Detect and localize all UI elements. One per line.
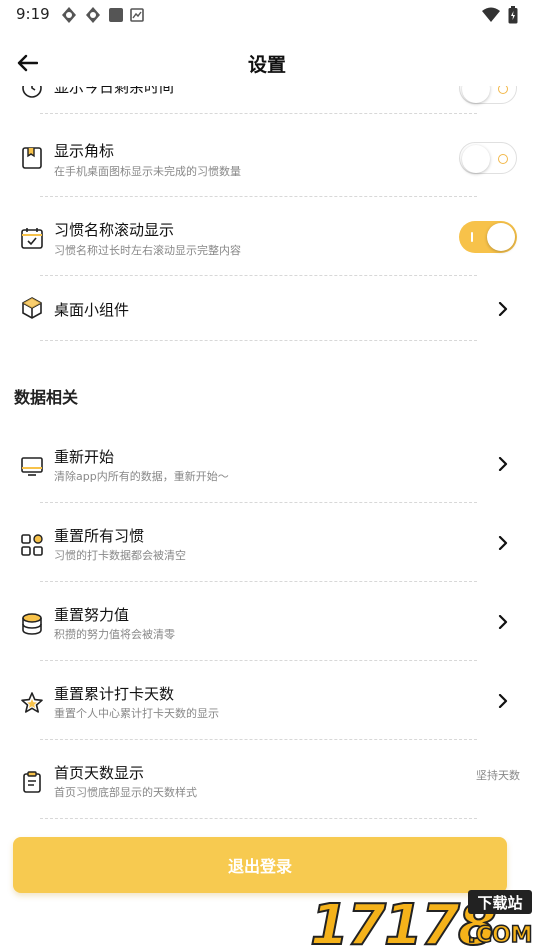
toggle-on-indicator [471, 232, 473, 242]
chevron-right-icon[interactable] [496, 302, 510, 316]
notification-icons [60, 6, 144, 24]
coins-icon [22, 613, 42, 635]
settings-row-title: 重置所有习惯 [54, 527, 145, 545]
toggle-off-indicator [498, 154, 508, 164]
settings-row-desc: 清除app内所有的数据，重新开始～ [54, 470, 229, 483]
settings-row-desktop-widget[interactable]: 桌面小组件 [0, 276, 534, 340]
watermark-site-text: 下载站 [477, 894, 522, 912]
toggle-knob [487, 223, 515, 251]
settings-row-desc: 习惯名称过长时左右滚动显示完整内容 [54, 244, 241, 257]
calendar-check-icon [21, 228, 43, 249]
image-notification-icon [130, 8, 144, 22]
chevron-right-icon[interactable] [496, 694, 510, 708]
divider [40, 739, 477, 740]
settings-row-name-marquee[interactable]: 习惯名称滚动显示 习惯名称过长时左右滚动显示完整内容 [0, 197, 534, 275]
settings-row-home-days-display[interactable]: 首页天数显示 首页习惯底部显示的天数样式 坚持天数 [0, 750, 534, 820]
badge-toggle[interactable] [459, 142, 517, 174]
grid-icon [21, 534, 43, 556]
settings-row-desc: 重置个人中心累计打卡天数的显示 [54, 707, 219, 720]
divider [40, 340, 477, 341]
name-marquee-toggle[interactable] [459, 221, 517, 253]
watermark-domain: .COM [467, 923, 532, 948]
divider [40, 502, 477, 503]
divider [40, 660, 477, 661]
badge-icon [22, 147, 42, 169]
settings-row-show-remaining-time[interactable]: 显示今日剩余时间 [0, 86, 534, 110]
home-days-value: 坚持天数 [476, 769, 520, 782]
settings-row-restart[interactable]: 重新开始 清除app内所有的数据，重新开始～ [0, 434, 534, 504]
settings-row-title: 桌面小组件 [54, 301, 130, 319]
status-time: 9:19 [16, 5, 50, 23]
settings-row-reset-habits[interactable]: 重置所有习惯 习惯的打卡数据都会被清空 [0, 513, 534, 583]
divider [40, 581, 477, 582]
page-title: 设置 [247, 54, 286, 76]
settings-row-title: 重置努力值 [54, 606, 130, 624]
toggle-knob [462, 145, 490, 173]
site-watermark-logo: 17178 下载站 .COM [309, 890, 533, 950]
toggle-off-indicator [498, 86, 508, 94]
battery-icon [508, 6, 518, 24]
clipboard-icon [23, 771, 41, 793]
settings-row-title: 显示角标 [54, 142, 115, 160]
chevron-right-icon[interactable] [496, 536, 510, 550]
settings-row-reset-checkin-days[interactable]: 重置累计打卡天数 重置个人中心累计打卡天数的显示 [0, 671, 534, 741]
clock-icon [22, 86, 42, 98]
system-icons [482, 6, 518, 24]
logout-button[interactable]: 退出登录 [13, 837, 507, 893]
settings-row-title: 显示今日剩余时间 [54, 86, 175, 96]
status-bar: 9:19 [0, 0, 534, 30]
settings-row-desc: 首页习惯底部显示的天数样式 [54, 786, 197, 799]
settings-row-desc: 积攒的努力值将会被清零 [54, 628, 175, 641]
toggle-knob [462, 86, 490, 103]
app-notification-icon [62, 7, 76, 23]
settings-row-desc: 在手机桌面图标显示未完成的习惯数量 [54, 165, 241, 178]
settings-row-title: 重置累计打卡天数 [54, 685, 175, 703]
chevron-right-icon[interactable] [496, 615, 510, 629]
settings-row-reset-effort[interactable]: 重置努力值 积攒的努力值将会被清零 [0, 592, 534, 662]
chevron-right-icon[interactable] [496, 457, 510, 471]
cube-icon [22, 297, 42, 319]
app-notification-icon [86, 7, 100, 23]
show-remaining-time-toggle[interactable] [459, 86, 517, 104]
logout-label: 退出登录 [227, 857, 292, 876]
divider [40, 818, 477, 819]
settings-row-title: 习惯名称滚动显示 [54, 221, 175, 239]
settings-row-title: 重新开始 [54, 448, 115, 466]
star-icon [21, 692, 43, 713]
monitor-icon [21, 457, 43, 476]
settings-row-desc: 习惯的打卡数据都会被清空 [54, 549, 186, 562]
app-bar: 设置 [0, 40, 534, 86]
settings-list[interactable]: 显示今日剩余时间 显示角标 在手机桌面图标显示未完成的习惯数量 习惯名称滚动显示… [0, 86, 534, 826]
section-header-data: 数据相关 [14, 388, 79, 407]
settings-row-title: 首页天数显示 [54, 764, 145, 782]
wifi-icon [482, 7, 500, 22]
square-notification-icon [109, 8, 123, 22]
